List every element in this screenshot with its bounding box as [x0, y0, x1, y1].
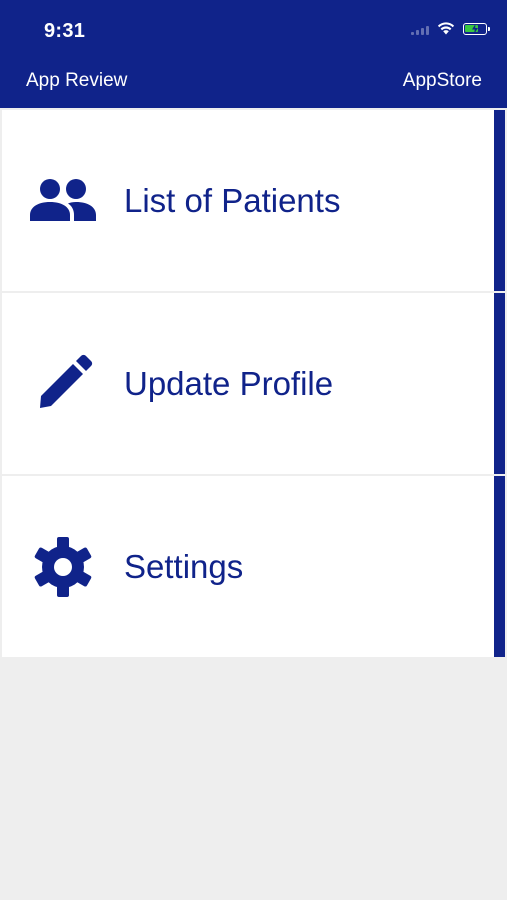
main-menu: List of Patients Update Profile Settings: [2, 110, 505, 659]
menu-item-settings[interactable]: Settings: [2, 476, 505, 657]
pencil-icon: [28, 349, 98, 419]
status-icons: [411, 22, 490, 35]
gear-icon: [28, 532, 98, 602]
top-bar: 9:31 App Review AppStore: [0, 0, 507, 108]
menu-item-list-of-patients[interactable]: List of Patients: [2, 110, 505, 291]
battery-charging-icon: [463, 22, 490, 35]
menu-item-label: Update Profile: [124, 364, 334, 402]
nav-appstore-button[interactable]: AppStore: [403, 70, 482, 92]
menu-item-label: Settings: [124, 547, 244, 585]
menu-item-label: List of Patients: [124, 181, 341, 219]
menu-item-update-profile[interactable]: Update Profile: [2, 293, 505, 474]
signal-icon: [411, 23, 429, 35]
patients-icon: [28, 166, 98, 236]
wifi-icon: [437, 22, 455, 35]
nav-back-button[interactable]: App Review: [26, 70, 127, 92]
status-time: 9:31: [44, 20, 86, 42]
